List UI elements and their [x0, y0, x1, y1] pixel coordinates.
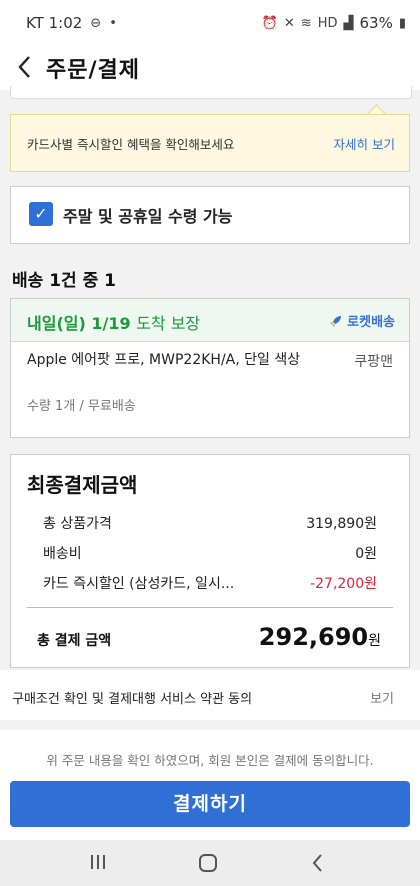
weekend-option-label: 주말 및 공휴일 수령 가능 [63, 207, 233, 226]
total-payment-value: 292,690 [258, 623, 369, 651]
card-discount-value: -27,200원 [310, 576, 377, 592]
mute-icon: ✕ [283, 15, 295, 31]
quantity-shipping: 수량 1개 / 무료배송 [27, 399, 136, 414]
arrival-suffix: 도착 보장 [136, 314, 201, 333]
seller-name: 쿠팡맨 [354, 354, 393, 370]
card-discount-tooltip: 카드사별 즉시할인 혜택을 확인해보세요 자세히 보기 [10, 114, 410, 172]
status-bar: KT 1:02 ⊖ • ⏰ ✕ ≋ HD ▟ 63% ▮ [0, 0, 420, 46]
battery-icon: ▮ [398, 15, 406, 31]
checkbox-checked-icon[interactable]: ✓ [29, 202, 53, 226]
page-title: 주문/결제 [46, 58, 140, 83]
tooltip-detail-link[interactable]: 자세히 보기 [334, 134, 395, 153]
total-payment-label: 총 결제 금액 [37, 633, 112, 649]
rocket-icon [330, 315, 342, 327]
shipment-heading: 배송 1건 중 1 [12, 271, 116, 291]
wifi-icon: ≋ [300, 15, 312, 31]
payment-divider [27, 607, 393, 608]
delivery-card: 내일(일) 1/19 도착 보장 로켓배송 Apple 에어팟 프로, MWP2… [10, 298, 410, 438]
total-payment-unit: 원 [368, 633, 381, 649]
recents-icon[interactable] [88, 852, 108, 872]
signal-icon: ▟ [343, 15, 354, 31]
weekend-delivery-option[interactable]: ✓ 주말 및 공휴일 수령 가능 [10, 186, 410, 244]
rocket-delivery-badge: 로켓배송 [328, 311, 395, 330]
shipping-fee-label: 배송비 [43, 546, 82, 562]
back-arrow-icon[interactable] [12, 52, 40, 82]
dot-icon: • [109, 15, 117, 31]
hd-icon: HD [317, 15, 338, 31]
app-bar: 주문/결제 [0, 46, 420, 90]
nav-back-icon[interactable] [308, 852, 328, 874]
agreement-text: 위 주문 내용을 확인 하였으며, 회원 본인은 결제에 동의합니다. [46, 753, 374, 768]
tooltip-text: 카드사별 즉시할인 혜택을 확인해보세요 [27, 137, 235, 152]
dnd-icon: ⊖ [90, 15, 102, 31]
card-discount-label: 카드 즉시할인 (삼성카드, 일시... [43, 576, 235, 592]
shipping-fee-value: 0원 [355, 546, 377, 562]
product-name: Apple 에어팟 프로, MWP22KH/A, 단일 색상 [27, 352, 301, 368]
arrival-guarantee: 내일(일) 1/19 도착 보장 [27, 310, 200, 334]
arrival-date: 내일(일) 1/19 [27, 314, 131, 333]
total-product-price-label: 총 상품가격 [43, 516, 112, 532]
total-product-price-value: 319,890원 [306, 516, 377, 532]
payment-title: 최종결제금액 [27, 473, 138, 497]
total-payment-amount: 292,690원 [259, 623, 381, 651]
payment-summary-card: 최종결제금액 총 상품가격 319,890원 배송비 0원 카드 즉시할인 (삼… [10, 454, 410, 668]
android-nav-bar [0, 840, 420, 886]
battery-level: 63% [359, 14, 393, 32]
terms-view-link[interactable]: 보기 [370, 688, 394, 707]
terms-row: 구매조건 확인 및 결제대행 서비스 약관 동의 보기 [0, 670, 420, 720]
delivery-header: 내일(일) 1/19 도착 보장 로켓배송 [11, 299, 409, 342]
terms-text: 구매조건 확인 및 결제대행 서비스 약관 동의 [12, 692, 253, 707]
home-icon[interactable] [197, 852, 219, 874]
alarm-icon: ⏰ [261, 15, 278, 31]
pay-button[interactable]: 결제하기 [10, 781, 410, 827]
rocket-badge-label: 로켓배송 [347, 315, 395, 330]
carrier-time: KT 1:02 [26, 14, 83, 32]
previous-card-edge [10, 86, 412, 99]
